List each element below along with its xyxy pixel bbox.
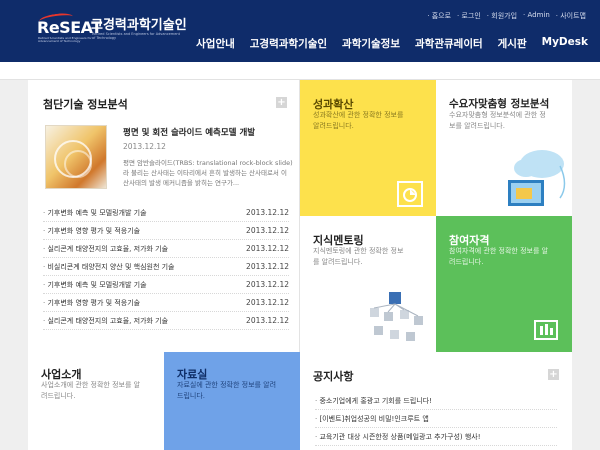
- util-link-home[interactable]: 홈으로: [427, 11, 451, 21]
- mentoring-desc: 지식멘토링에 관한 정확한 정보를 알려드립니다.: [313, 247, 404, 266]
- business-intro-tile[interactable]: 사업소개 사업소개에 관한 정확한 정보를 알려드립니다.: [28, 352, 164, 450]
- list-item-date: 2013.12.12: [246, 298, 289, 307]
- list-item-title[interactable]: 기후변화 예측 및 모델링개발 기술: [43, 208, 146, 218]
- list-item-title[interactable]: 기후변화 영향 평가 및 적응기술: [43, 226, 140, 236]
- participation-desc: 참여자격에 관한 정확한 정보를 알려드립니다.: [449, 247, 549, 266]
- list-item-date: 2013.12.12: [246, 226, 289, 235]
- utility-links: 홈으로 로그인 회원가입 Admin 사이트맵: [427, 11, 586, 21]
- network-cubes-icon: [370, 292, 423, 341]
- custom-desc: 수요자맞춤형 정보분석에 관한 정보를 알려드립니다.: [449, 111, 546, 130]
- list-item-date: 2013.12.12: [246, 262, 289, 271]
- site-logo[interactable]: ReSEAT Retired Scientists and Engineers …: [37, 11, 102, 44]
- list-item-date: 2013.12.12: [246, 208, 289, 217]
- list-item-title[interactable]: 비실리콘계 태양전지 양산 및 핵심원천 기술: [43, 262, 174, 272]
- trend-analysis-panel: 첨단기술 정보분석 + 평면 및 회전 슬라이드 예측모델 개발 2013.12…: [28, 80, 300, 352]
- feature-date: 2013.12.12: [123, 142, 166, 151]
- nav-item-board[interactable]: 게시판: [498, 36, 527, 51]
- notice-more-button[interactable]: +: [548, 369, 559, 380]
- list-item-date: 2013.12.12: [246, 316, 289, 325]
- brand-title[interactable]: 고경력과학기술인: [91, 14, 187, 33]
- util-link-join[interactable]: 회원가입: [487, 11, 517, 21]
- util-link-admin[interactable]: Admin: [523, 11, 549, 21]
- participation-tile[interactable]: 참여자격 참여자격에 관한 정확한 정보를 알려드립니다.: [436, 216, 572, 352]
- notice-list: 중소기업에게 홍광고 기회를 드립니다! [이벤트]취업성공의 비밀!인크루트 …: [315, 392, 557, 446]
- trend-title: 첨단기술 정보분석: [43, 98, 128, 111]
- sub-nav-bar: [0, 62, 600, 80]
- trend-more-button[interactable]: +: [276, 97, 287, 108]
- notice-item[interactable]: [이벤트]취업성공의 비밀!인크루트 앱: [315, 410, 557, 428]
- list-item[interactable]: 실리콘계 태양전지의 고효율, 저가화 기술 2013.12.12: [43, 240, 289, 258]
- thumbnail-ring-icon: [64, 150, 92, 178]
- list-item-date: 2013.12.12: [246, 244, 289, 253]
- library-desc: 자료실에 관한 정확한 정보를 알려드립니다.: [177, 381, 277, 400]
- business-desc: 사업소개에 관한 정확한 정보를 알려드립니다.: [41, 381, 141, 400]
- notice-panel: 공지사항 + 중소기업에게 홍광고 기회를 드립니다! [이벤트]취업성공의 비…: [300, 352, 572, 450]
- site-header: ReSEAT Retired Scientists and Engineers …: [0, 0, 600, 62]
- list-item-title[interactable]: 실리콘계 태양전지의 고효율, 저가화 기술: [43, 244, 168, 254]
- hand-touch-icon: [534, 320, 558, 340]
- cloud-folder-icon: [508, 150, 566, 206]
- nav-item-experts[interactable]: 고경력과학기술인: [250, 36, 327, 51]
- brand-subtitle: Retired Scientists and Engineers for Adv…: [92, 32, 180, 41]
- nav-item-science-info[interactable]: 과학기술정보: [342, 36, 400, 51]
- custom-title: 수요자맞춤형 정보분석: [449, 98, 550, 110]
- list-item-title[interactable]: 기후변화 예측 및 모델링개발 기술: [43, 280, 146, 290]
- list-item-title[interactable]: 기후변화 영향 평가 및 적응기술: [43, 298, 140, 308]
- custom-analysis-tile[interactable]: 수요자맞춤형 정보분석 수요자맞춤형 정보분석에 관한 정보를 알려드립니다.: [436, 80, 572, 216]
- notice-item[interactable]: 교육기관 대상 시즌한정 상품(메일광고 추가구성) 행사!: [315, 428, 557, 446]
- list-item[interactable]: 기후변화 영향 평가 및 적응기술 2013.12.12: [43, 222, 289, 240]
- notice-title: 공지사항: [313, 370, 354, 383]
- nav-item-mydesk[interactable]: MyDesk: [542, 36, 588, 51]
- list-item-title[interactable]: 실리콘계 태양전지의 고효율, 저가화 기술: [43, 316, 168, 326]
- main-nav: 사업안내 고경력과학기술인 과학기술정보 과학관큐레이터 게시판 MyDesk: [181, 36, 588, 51]
- list-item-date: 2013.12.12: [246, 280, 289, 289]
- feature-title[interactable]: 평면 및 회전 슬라이드 예측모델 개발: [123, 126, 255, 138]
- library-tile[interactable]: 자료실 자료실에 관한 정확한 정보를 알려드립니다.: [164, 352, 300, 450]
- feature-description: 평면 암반슬라이드(TRBS: translational rock-block…: [123, 159, 293, 187]
- list-item[interactable]: 실리콘계 태양전지의 고효율, 저가화 기술 2013.12.12: [43, 312, 289, 330]
- list-item[interactable]: 기후변화 예측 및 모델링개발 기술 2013.12.12: [43, 276, 289, 294]
- logo-subtext: Retired Scientists and Engineers for Adv…: [38, 36, 92, 44]
- list-item[interactable]: 기후변화 영향 평가 및 적응기술 2013.12.12: [43, 294, 289, 312]
- nav-item-curator[interactable]: 과학관큐레이터: [415, 36, 483, 51]
- list-item[interactable]: 기후변화 예측 및 모델링개발 기술 2013.12.12: [43, 204, 289, 222]
- util-link-login[interactable]: 로그인: [457, 11, 480, 21]
- achievement-desc: 성과확산에 관한 정확한 정보를 알려드립니다.: [313, 111, 404, 130]
- presentation-chart-icon: [397, 181, 423, 207]
- list-item[interactable]: 비실리콘계 태양전지 양산 및 핵심원천 기술 2013.12.12: [43, 258, 289, 276]
- achievement-tile[interactable]: 성과확산 성과확산에 관한 정확한 정보를 알려드립니다.: [300, 80, 436, 216]
- nav-item-business[interactable]: 사업안내: [196, 36, 235, 51]
- trend-list: 기후변화 예측 및 모델링개발 기술 2013.12.12 기후변화 영향 평가 …: [43, 204, 289, 330]
- notice-item[interactable]: 중소기업에게 홍광고 기회를 드립니다!: [315, 392, 557, 410]
- mentoring-tile[interactable]: 지식멘토링 지식멘토링에 관한 정확한 정보를 알려드립니다.: [300, 216, 436, 352]
- feature-thumbnail[interactable]: [45, 125, 107, 189]
- util-link-sitemap[interactable]: 사이트맵: [556, 11, 586, 21]
